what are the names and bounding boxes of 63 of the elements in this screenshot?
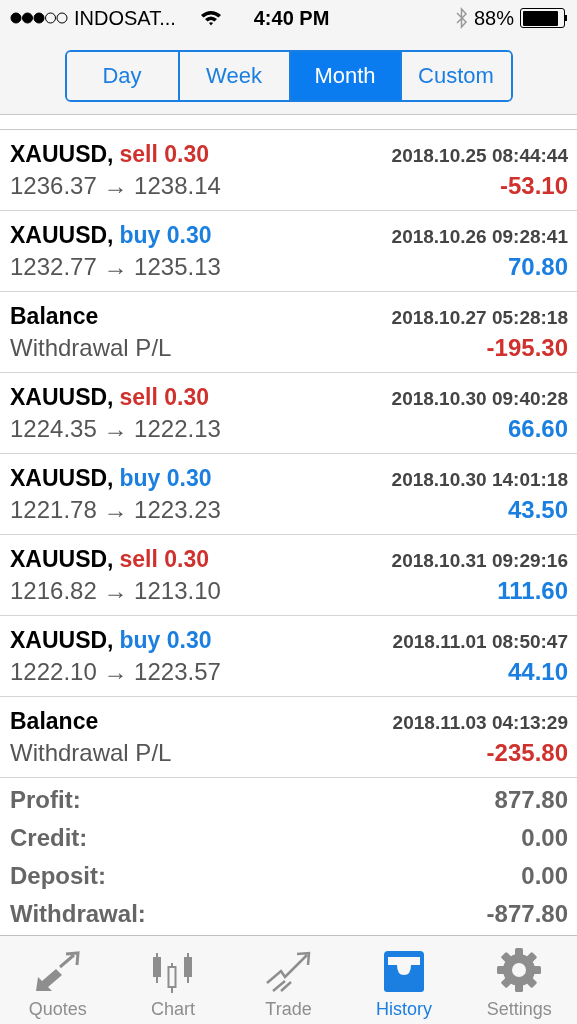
deal-time: 2018.10.27 05:28:18 xyxy=(391,306,568,329)
deal-detail: 1236.37 → 1238.14 xyxy=(10,171,221,200)
settings-icon xyxy=(496,947,543,993)
deal-order: sell 0.30 xyxy=(119,140,210,168)
tab-bar-item[interactable]: Settings xyxy=(461,936,577,1024)
deal-time: 2018.10.26 09:28:41 xyxy=(391,225,568,248)
wifi-icon xyxy=(199,10,222,26)
period-tab[interactable]: Custom xyxy=(399,52,511,100)
deal-amount: -235.80 xyxy=(486,738,568,767)
deal-order: buy 0.30 xyxy=(119,464,212,492)
deal-order: sell 0.30 xyxy=(119,383,210,411)
deal-amount: 70.80 xyxy=(507,252,568,281)
trend-arrow-icon xyxy=(264,951,313,993)
deal-time: 2018.10.31 09:29:16 xyxy=(391,549,568,572)
deal-symbol: XAUUSD, xyxy=(10,221,114,249)
deal-detail: 1216.82 → 1213.10 xyxy=(10,576,221,605)
deal-amount: -53.10 xyxy=(499,171,568,200)
summary-label: Withdrawal: xyxy=(10,900,146,928)
deal-detail: 1224.35 → 1222.13 xyxy=(10,414,221,443)
bluetooth-icon xyxy=(455,7,468,29)
deal-symbol: XAUUSD, xyxy=(10,464,114,492)
deal-symbol: XAUUSD, xyxy=(10,383,114,411)
battery-percent: 88% xyxy=(473,6,514,30)
summary-value: 0.00 xyxy=(521,824,568,852)
deal-symbol: XAUUSD, xyxy=(10,626,114,654)
deal-amount: 44.10 xyxy=(507,657,568,686)
clock-time: 4:40 PM xyxy=(253,6,330,30)
summary-value: 877.80 xyxy=(494,786,568,814)
tab-bar-item[interactable]: Chart xyxy=(115,936,231,1024)
summary-label: Deposit: xyxy=(10,862,106,890)
deal-detail: Withdrawal P/L xyxy=(10,738,172,767)
deal-time: 2018.10.25 08:44:44 xyxy=(391,144,568,167)
deal-order: sell 0.30 xyxy=(119,545,210,573)
signal-icon xyxy=(10,11,68,25)
deal-detail: 1232.77 → 1235.13 xyxy=(10,252,221,281)
deal-amount: 43.50 xyxy=(507,495,568,524)
period-tab[interactable]: Month xyxy=(288,52,400,100)
deal-amount: -195.30 xyxy=(486,333,568,362)
deal-order: buy 0.30 xyxy=(119,221,212,249)
summary-label: Credit: xyxy=(10,824,88,852)
double-arrow-icon xyxy=(33,951,82,993)
summary-value: 0.00 xyxy=(521,862,568,890)
deal-time: 2018.11.03 04:13:29 xyxy=(392,711,568,734)
tab-bar-item[interactable]: Quotes xyxy=(0,936,116,1024)
tab-bar-item[interactable]: History xyxy=(346,936,462,1024)
deal-time: 2018.10.30 09:40:28 xyxy=(391,387,568,410)
deal-amount: 66.60 xyxy=(507,414,568,443)
deal-time: 2018.10.30 14:01:18 xyxy=(391,468,568,491)
tab-bar-item[interactable]: Trade xyxy=(230,936,347,1024)
deal-detail: 1222.10 → 1223.57 xyxy=(10,657,221,686)
deal-symbol: Balance xyxy=(10,302,99,330)
deal-time: 2018.11.01 08:50:47 xyxy=(392,630,568,653)
carrier-name: INDOSAT... xyxy=(74,6,176,30)
deal-amount: 111.60 xyxy=(497,576,568,605)
deal-detail: 1221.78 → 1223.23 xyxy=(10,495,221,524)
deal-symbol: XAUUSD, xyxy=(10,545,114,573)
deal-order: buy 0.30 xyxy=(119,626,212,654)
deal-symbol: XAUUSD, xyxy=(10,140,114,168)
deal-symbol: Balance xyxy=(10,707,99,735)
summary-value: -877.80 xyxy=(486,900,568,928)
summary-label: Profit: xyxy=(10,786,81,814)
battery-icon xyxy=(520,8,567,28)
deal-detail: Withdrawal P/L xyxy=(10,333,172,362)
